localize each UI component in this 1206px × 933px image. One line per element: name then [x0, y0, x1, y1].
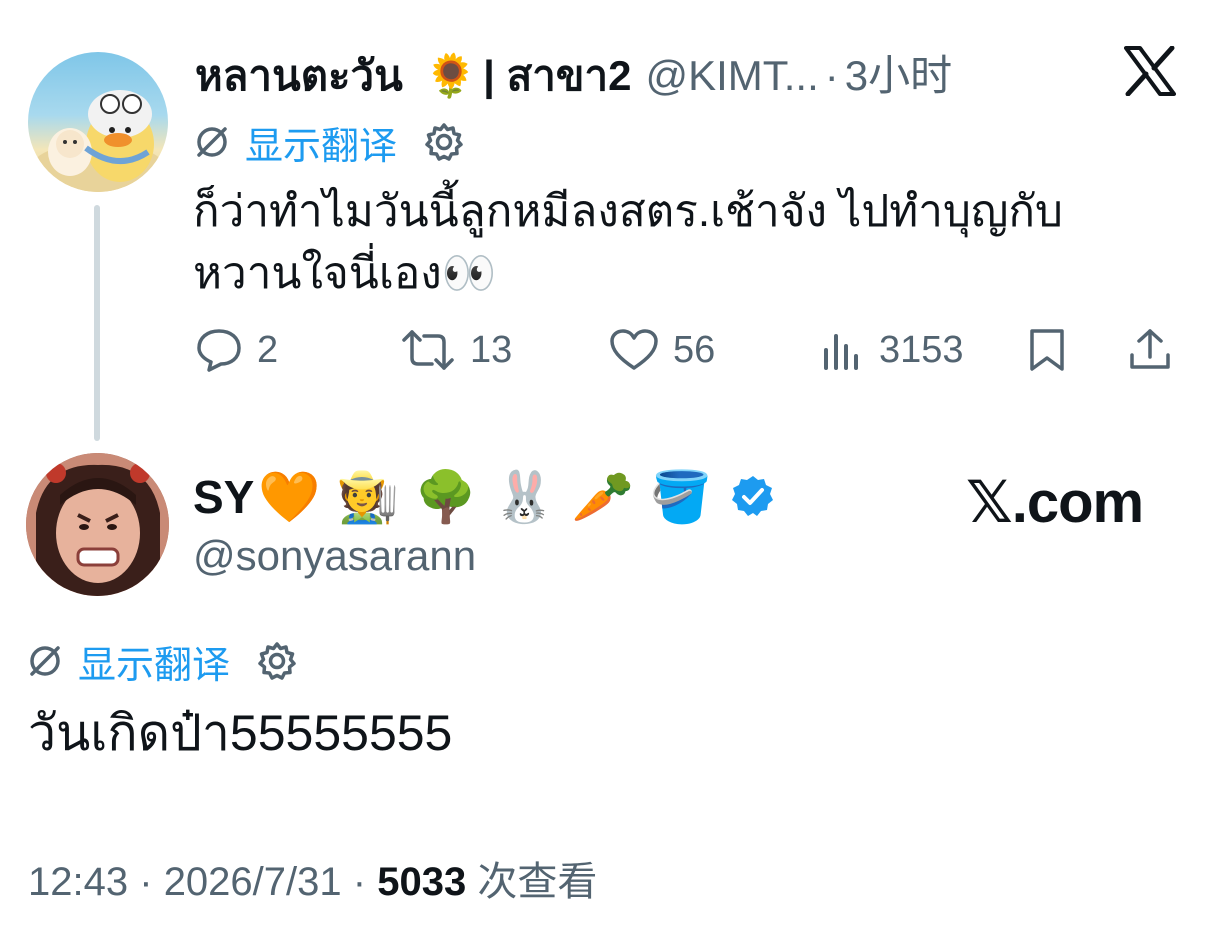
- x-logo-icon[interactable]: [1124, 46, 1176, 96]
- views-count: 3153: [879, 328, 964, 371]
- heart-icon: [610, 329, 658, 370]
- view-count-label: 次查看: [477, 860, 598, 904]
- orange-heart-emoji: 🧡: [258, 467, 321, 526]
- post-time[interactable]: 12:43: [28, 860, 128, 904]
- tree-emoji: 🌳: [414, 467, 478, 526]
- parent-action-bar: 2 13 56 3153: [195, 322, 1180, 378]
- eyes-emoji: 👀: [441, 248, 497, 299]
- retweet-count: 13: [470, 328, 513, 371]
- parent-translate-row: 显示翻译: [193, 115, 465, 170]
- parent-text-line-2: หวานใจนี่เอง👀: [193, 243, 1063, 305]
- duck-avatar-image: [28, 90, 168, 192]
- view-count: 5033: [377, 860, 467, 904]
- reply-handle[interactable]: @sonyasarann: [193, 528, 476, 584]
- share-button[interactable]: [1127, 322, 1173, 378]
- reply-tweet-header: SY 🧡 🧑‍🌾 🌳 🐰 🥕 🪣: [193, 466, 776, 528]
- reply-tweet-text: วันเกิดป๋า55555555: [28, 705, 453, 761]
- bookmark-icon: [1030, 329, 1064, 371]
- reply-author-avatar[interactable]: [26, 453, 169, 596]
- bookmark-button[interactable]: [1027, 322, 1067, 378]
- translate-slash-icon: [197, 127, 227, 157]
- gear-icon[interactable]: [256, 640, 298, 682]
- parent-text-line-2-text: หวานใจนี่เอง: [193, 249, 442, 298]
- thread-connector-line: [94, 205, 100, 441]
- speech-bubble-icon: [197, 329, 241, 372]
- like-count: 56: [673, 328, 716, 371]
- reply-translate-row: 显示翻译: [26, 634, 298, 689]
- x-com-watermark: 𝕏.com: [966, 470, 1144, 535]
- separator-dot: ·: [352, 860, 367, 904]
- retweet-button[interactable]: 13: [400, 322, 512, 378]
- reply-footer-meta: 12:43 · 2026/7/31 · 5033 次查看: [28, 854, 597, 910]
- carrot-emoji: 🥕: [571, 467, 634, 526]
- sunflower-emoji: 🌻: [424, 51, 478, 100]
- show-translation-link[interactable]: 显示翻译: [78, 634, 230, 689]
- farmer-emoji: 🧑‍🌾: [336, 467, 399, 526]
- separator-dot: ·: [824, 52, 839, 99]
- views-button[interactable]: 3153: [821, 322, 964, 378]
- child-avatar-image: [26, 453, 169, 596]
- reply-display-name[interactable]: SY: [193, 470, 254, 524]
- parent-tweet-header: หลานตะวัน 🌻 | สาขา2 @KIMT... · 3小时: [195, 48, 952, 104]
- rabbit-emoji: 🐰: [493, 467, 556, 526]
- translate-slash-icon: [30, 646, 60, 676]
- share-upload-icon: [1130, 329, 1170, 369]
- like-button[interactable]: 56: [609, 322, 715, 378]
- parent-author-avatar[interactable]: [28, 52, 168, 192]
- separator-dot: ·: [139, 860, 153, 904]
- reply-count: 2: [257, 328, 279, 371]
- parent-handle[interactable]: @KIMT...: [645, 48, 818, 104]
- parent-text-line-1: ก็ว่าทำไมวันนี้ลูกหมีลงสตร.เช้าจัง ไปทำบ…: [193, 187, 1063, 236]
- parent-timestamp[interactable]: 3小时: [845, 48, 952, 104]
- parent-tweet-text: ก็ว่าทำไมวันนี้ลูกหมีลงสตร.เช้าจัง ไปทำบ…: [193, 181, 1063, 305]
- post-date[interactable]: 2026/7/31: [164, 860, 342, 904]
- bar-chart-icon: [824, 334, 858, 370]
- parent-display-name[interactable]: หลานตะวัน: [195, 48, 403, 104]
- verified-badge-icon[interactable]: [730, 474, 776, 520]
- gear-icon[interactable]: [423, 121, 465, 163]
- bucket-emoji: 🪣: [649, 467, 712, 526]
- parent-display-name-suffix[interactable]: | สาขา2: [483, 48, 631, 104]
- retweet-arrows-icon: [402, 330, 454, 370]
- reply-button[interactable]: 2: [195, 322, 278, 378]
- show-translation-link[interactable]: 显示翻译: [245, 115, 397, 170]
